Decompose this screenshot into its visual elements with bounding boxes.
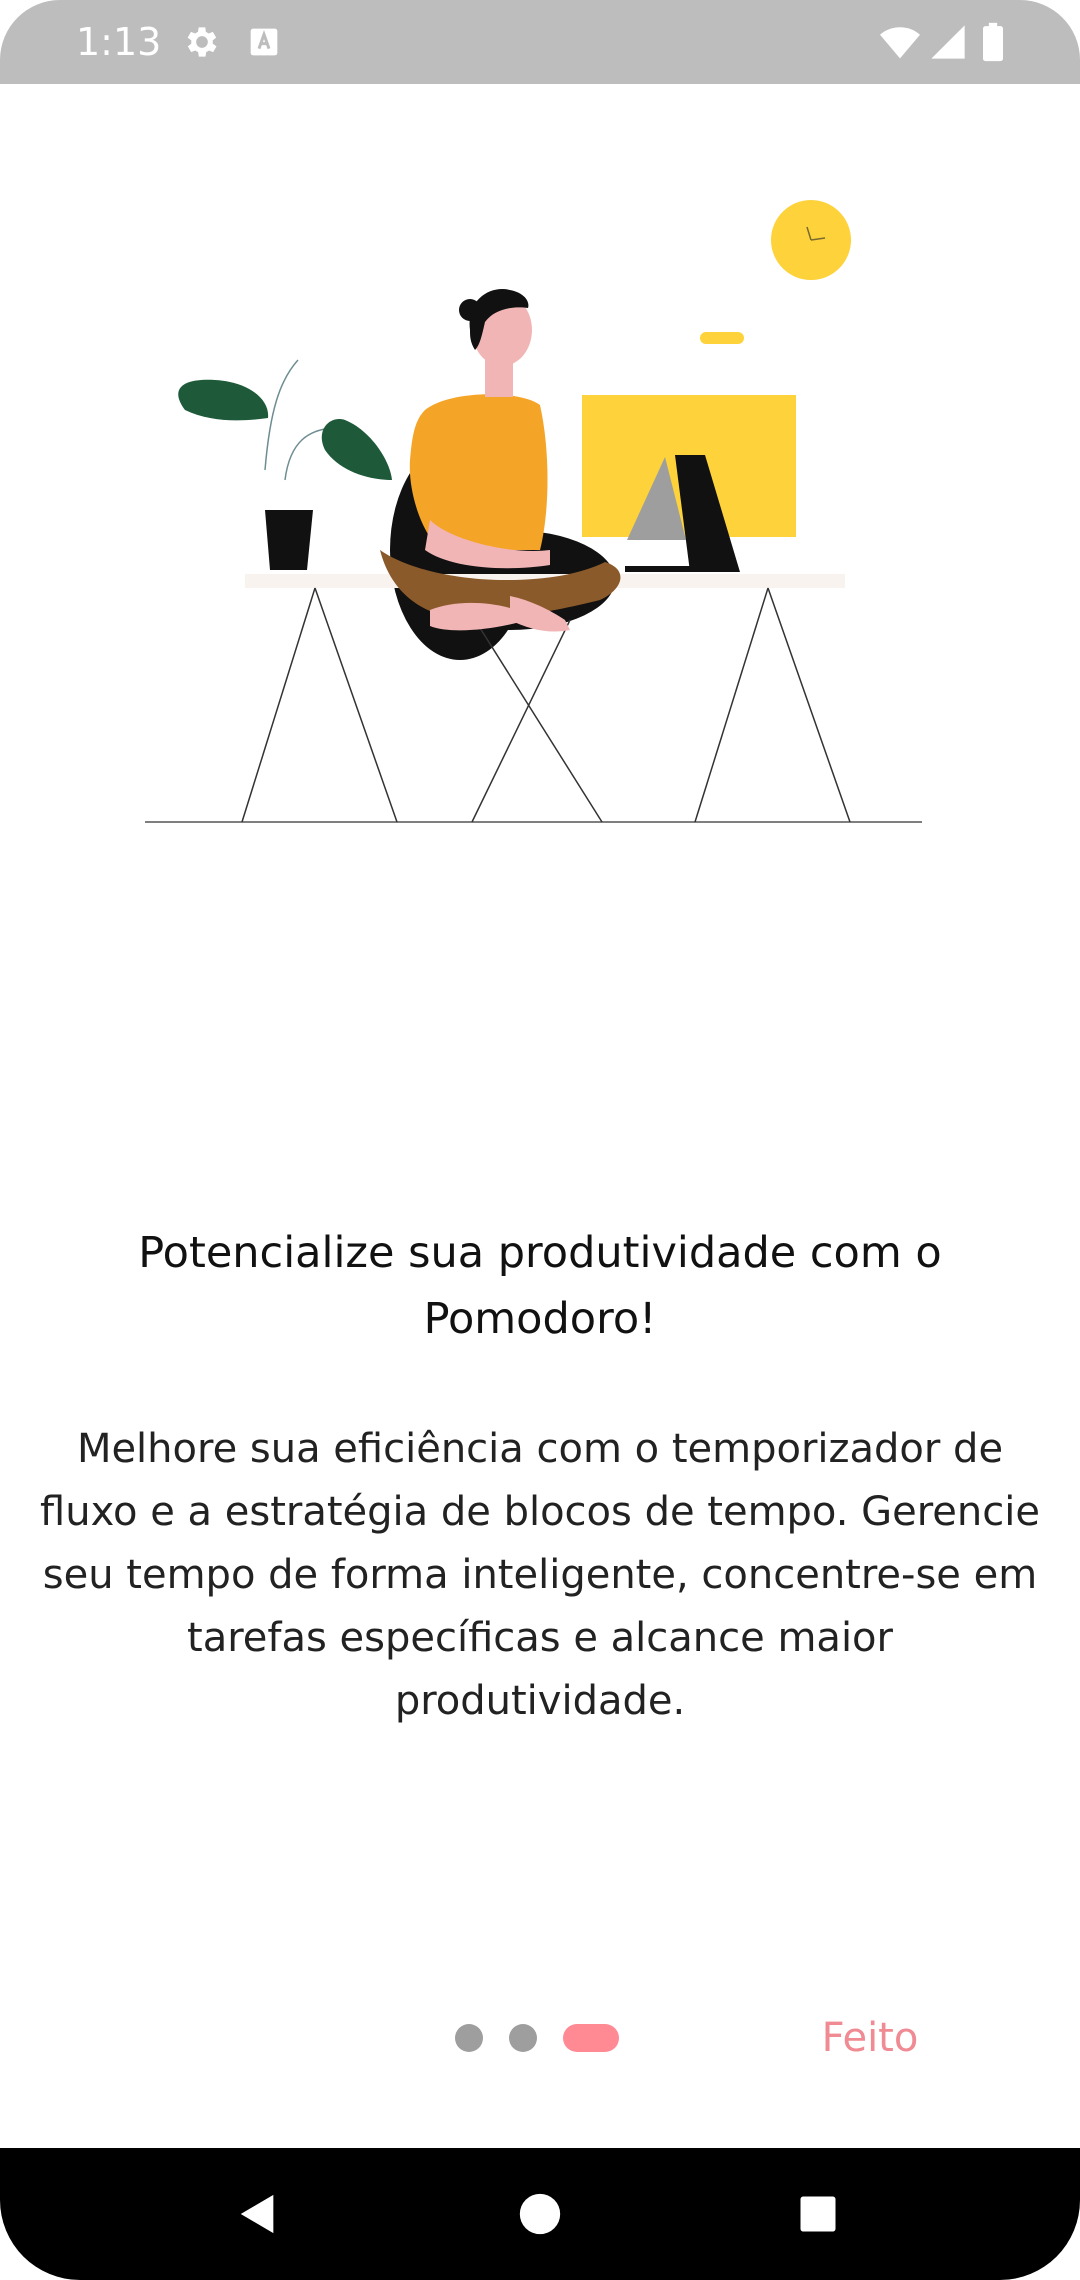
onboarding-illustration <box>130 190 930 840</box>
navigation-bar <box>0 2148 1080 2280</box>
clock-icon <box>771 200 851 280</box>
home-icon[interactable] <box>500 2174 580 2254</box>
status-bar: 1:13 <box>0 0 1080 84</box>
signal-icon <box>928 22 968 62</box>
back-icon[interactable] <box>218 2174 298 2254</box>
onboarding-title: Potencialize sua produtividade com o Pom… <box>138 1228 942 1344</box>
page-dot-2[interactable] <box>509 2024 537 2052</box>
onboarding-screen: 1:13 Potencialize sua produtividade com … <box>0 0 1080 2280</box>
onboarding-description: Melhore sua eficiência com o temporizado… <box>40 1426 1040 1724</box>
battery-icon <box>978 22 1008 62</box>
page-indicator <box>455 2023 619 2053</box>
page-dot-3-active[interactable] <box>563 2024 619 2052</box>
recents-icon[interactable] <box>778 2174 858 2254</box>
wifi-icon <box>878 22 922 62</box>
text-icon <box>244 22 284 62</box>
done-button[interactable]: Feito <box>800 2010 940 2066</box>
page-dot-1[interactable] <box>455 2024 483 2052</box>
gear-icon <box>182 22 222 62</box>
status-time: 1:13 <box>76 20 162 64</box>
